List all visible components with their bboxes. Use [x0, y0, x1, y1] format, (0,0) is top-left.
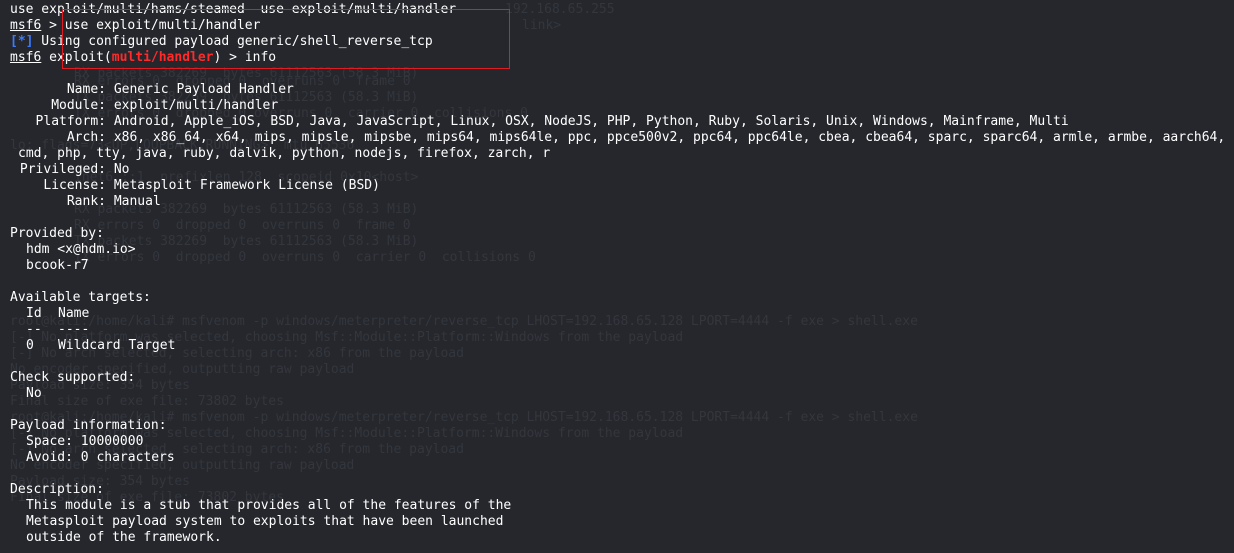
info-platform: Platform: Android, Apple_iOS, BSD, Java,… — [10, 114, 1234, 130]
info-arch: Arch: x86, x86_64, x64, mips, mipsle, mi… — [10, 130, 1234, 146]
author-entry: hdm <x@hdm.io> — [26, 242, 136, 257]
target-name: Wildcard Target — [58, 338, 176, 353]
msf-prompt: msf6 — [10, 50, 42, 65]
section-heading-provided-by: Provided by: — [10, 226, 104, 241]
col-name-header: Name — [58, 306, 90, 321]
info-license: License: Metasploit Framework License (B… — [10, 178, 1234, 194]
info-rank: Rank: Manual — [10, 194, 1234, 210]
section-heading-payload: Payload information: — [10, 418, 167, 433]
target-id: 0 — [26, 338, 34, 353]
payload-avoid: Avoid: 0 characters — [26, 450, 175, 465]
command-text: use exploit/multi/handler — [64, 18, 261, 33]
targets-header-row: Id Name — [10, 306, 1234, 322]
history-line: use exploit/multi/hams/steamed use explo… — [10, 2, 457, 17]
msf-prompt: msf6 — [10, 18, 42, 33]
section-heading-targets: Available targets: — [10, 290, 151, 305]
col-id-separator: -- — [26, 322, 42, 337]
terminal-window[interactable]: 192.168.65.255 link> RX packets 382269 b… — [0, 0, 1234, 553]
description-line: outside of the framework. — [26, 530, 222, 545]
col-id-header: Id — [26, 306, 42, 321]
field-value: x86, x86_64, x64, mips, mipsle, mipsbe, … — [113, 130, 1226, 145]
command-line-info: msf6 exploit(multi/handler) > info — [10, 50, 1234, 66]
field-key: Privileged: — [19, 162, 106, 177]
prompt-end: ) > — [213, 50, 245, 65]
module-name: multi/handler — [111, 50, 214, 65]
field-key: Arch: — [66, 130, 106, 145]
info-tag: [*] — [10, 34, 34, 49]
terminal-output[interactable]: use exploit/multi/hams/steamed use explo… — [10, 2, 1234, 546]
targets-separator-row: -- ---- — [10, 322, 1234, 338]
info-arch-continued: cmd, php, tty, java, ruby, dalvik, pytho… — [18, 146, 551, 161]
status-line: [*] Using configured payload generic/she… — [10, 34, 1234, 50]
info-name: Name: Generic Payload Handler — [10, 82, 1234, 98]
field-key: Name: — [66, 82, 106, 97]
section-heading-description: Description: — [10, 482, 104, 497]
payload-space: Space: 10000000 — [26, 434, 144, 449]
info-module: Module: exploit/multi/handler — [10, 98, 1234, 114]
field-value: Android, Apple_iOS, BSD, Java, JavaScrip… — [113, 114, 1069, 129]
field-value: exploit/multi/handler — [113, 98, 279, 113]
field-value: No — [113, 162, 130, 177]
field-key: License: — [43, 178, 106, 193]
field-value: Generic Payload Handler — [113, 82, 294, 97]
field-key: Platform: — [35, 114, 106, 129]
field-value: Manual — [113, 194, 161, 209]
status-text: Using configured payload generic/shell_r… — [33, 34, 433, 49]
section-heading-check: Check supported: — [10, 370, 136, 385]
target-row: 0 Wildcard Target — [10, 338, 1234, 354]
col-name-separator: ---- — [58, 322, 90, 337]
check-value: No — [26, 386, 42, 401]
field-key: Rank: — [66, 194, 106, 209]
command-text: info — [244, 50, 277, 65]
description-line: This module is a stub that provides all … — [26, 498, 512, 513]
author-entry: bcook-r7 — [26, 258, 89, 273]
command-line-use: msf6 > use exploit/multi/handler — [10, 18, 1234, 34]
field-key: Module: — [51, 98, 106, 113]
info-privileged: Privileged: No — [10, 162, 1234, 178]
field-value: Metasploit Framework License (BSD) — [113, 178, 380, 193]
description-line: Metasploit payload system to exploits th… — [26, 514, 504, 529]
prompt-separator: > — [41, 18, 65, 33]
prompt-mid: exploit( — [41, 50, 112, 65]
